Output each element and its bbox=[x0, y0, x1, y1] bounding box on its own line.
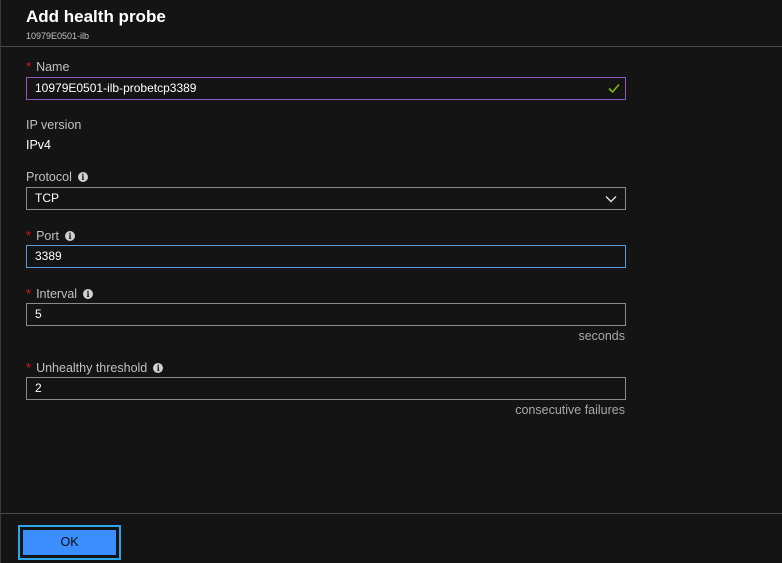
port-input-value: 3389 bbox=[35, 249, 62, 263]
unhealthy-threshold-label: * Unhealthy threshold i bbox=[26, 360, 164, 375]
interval-input-value: 5 bbox=[35, 307, 42, 321]
protocol-label: Protocol i bbox=[26, 170, 88, 184]
required-asterisk: * bbox=[26, 59, 32, 74]
ip-version-value: IPv4 bbox=[26, 138, 52, 152]
protocol-label-text: Protocol bbox=[26, 170, 72, 184]
ip-version-label: IP version bbox=[26, 118, 81, 132]
unhealthy-threshold-input-value: 2 bbox=[35, 381, 42, 395]
interval-label: * Interval i bbox=[26, 286, 94, 301]
protocol-select[interactable]: TCP bbox=[26, 187, 626, 210]
name-label: * Name bbox=[26, 59, 69, 74]
info-icon[interactable]: i bbox=[65, 230, 75, 241]
ok-button-focus-ring: OK bbox=[18, 525, 121, 560]
info-icon[interactable]: i bbox=[153, 362, 164, 373]
page-title: Add health probe bbox=[26, 7, 166, 26]
interval-unit: seconds bbox=[578, 329, 625, 343]
info-icon[interactable]: i bbox=[83, 288, 94, 299]
blade-header: Add health probe 10979E0501-ilb bbox=[1, 0, 782, 47]
page-subtitle: 10979E0501-ilb bbox=[26, 31, 90, 41]
unhealthy-threshold-label-text: Unhealthy threshold bbox=[36, 360, 148, 375]
name-label-text: Name bbox=[36, 59, 70, 74]
port-label-text: Port bbox=[36, 228, 59, 243]
required-asterisk: * bbox=[26, 228, 32, 243]
ok-button[interactable]: OK bbox=[23, 530, 116, 555]
unhealthy-threshold-input[interactable]: 2 bbox=[26, 377, 626, 400]
required-asterisk: * bbox=[26, 286, 32, 301]
name-field[interactable]: 10979E0501-ilb-probetcp3389 bbox=[26, 77, 626, 100]
ip-version-label-text: IP version bbox=[26, 118, 82, 132]
add-health-probe-blade: Add health probe 10979E0501-ilb * Name 1… bbox=[0, 0, 782, 563]
protocol-select-value: TCP bbox=[35, 191, 59, 205]
port-input[interactable]: 3389 bbox=[26, 245, 626, 268]
port-label: * Port i bbox=[26, 228, 75, 243]
info-icon[interactable]: i bbox=[77, 172, 88, 182]
interval-label-text: Interval bbox=[36, 286, 78, 301]
name-field-value: 10979E0501-ilb-probetcp3389 bbox=[35, 81, 197, 95]
required-asterisk: * bbox=[26, 360, 32, 375]
interval-input[interactable]: 5 bbox=[26, 303, 626, 326]
unhealthy-threshold-unit: consecutive failures bbox=[515, 403, 625, 417]
check-icon bbox=[608, 83, 620, 94]
chevron-down-icon bbox=[605, 196, 617, 203]
